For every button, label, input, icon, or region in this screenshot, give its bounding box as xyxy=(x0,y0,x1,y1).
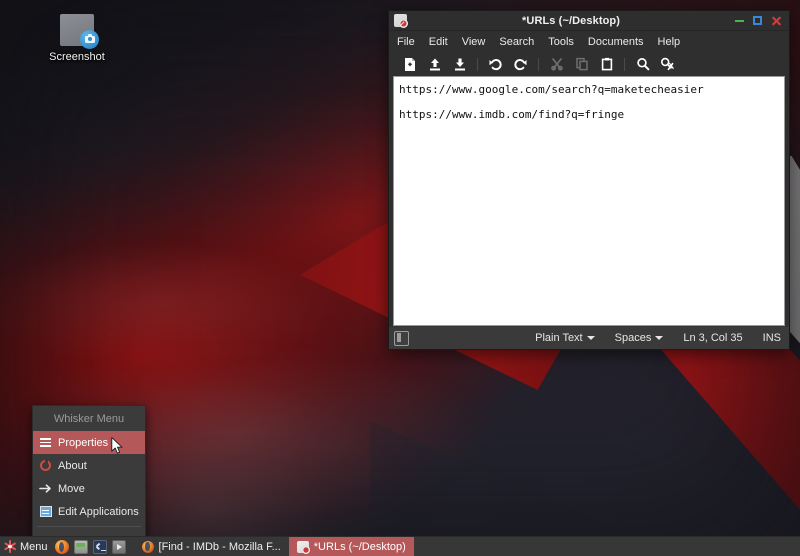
cut-icon xyxy=(550,58,563,71)
save-file-button[interactable] xyxy=(447,53,472,75)
menu-documents[interactable]: Documents xyxy=(588,36,644,48)
find-replace-icon xyxy=(660,57,674,71)
indentation-selector[interactable]: Spaces xyxy=(615,332,664,344)
camera-glyph xyxy=(84,34,95,43)
close-icon[interactable] xyxy=(771,15,782,26)
terminal-icon[interactable] xyxy=(92,539,107,554)
file-manager-icon[interactable] xyxy=(73,539,88,554)
context-menu-item-about[interactable]: About xyxy=(33,454,145,477)
save-file-icon xyxy=(454,58,465,70)
menubar: File Edit View Search Tools Documents He… xyxy=(389,31,789,52)
paste-icon xyxy=(601,57,612,71)
taskbar-window-label: [Find - IMDb - Mozilla F... xyxy=(158,540,281,553)
media-player-icon[interactable] xyxy=(111,539,126,554)
insert-mode: INS xyxy=(762,332,781,344)
toolbar xyxy=(389,52,789,76)
redo-icon xyxy=(514,59,527,71)
language-selector[interactable]: Plain Text xyxy=(535,332,595,344)
menu-tools[interactable]: Tools xyxy=(548,36,574,48)
context-menu-label: About xyxy=(58,459,87,472)
context-menu-header: Whisker Menu xyxy=(53,413,125,425)
window-title: *URLs (~/Desktop) xyxy=(522,14,620,27)
menu-help[interactable]: Help xyxy=(658,36,681,48)
desktop-icon-label: Screenshot xyxy=(49,51,105,63)
editor-text-area[interactable]: https://www.google.com/search?q=maketech… xyxy=(393,76,785,326)
firefox-icon xyxy=(141,540,154,553)
toolbar-separator xyxy=(624,57,625,71)
context-menu-item-properties[interactable]: Properties xyxy=(33,431,145,454)
redo-button[interactable] xyxy=(508,53,533,75)
window-controls xyxy=(735,15,785,26)
taskbar-window-list: [Find - IMDb - Mozilla F... *URLs (~/Des… xyxy=(134,537,800,556)
undo-button[interactable] xyxy=(483,53,508,75)
toolbar-separator xyxy=(477,57,478,71)
undo-icon xyxy=(489,59,502,71)
chevron-down-icon xyxy=(586,336,595,340)
indentation-label: Spaces xyxy=(614,332,652,344)
taskbar-window-urls[interactable]: *URLs (~/Desktop) xyxy=(288,537,414,556)
new-document-icon xyxy=(404,57,415,71)
side-panel-icon[interactable] xyxy=(394,330,409,346)
context-menu-item-move[interactable]: Move xyxy=(33,477,145,500)
menu-edit[interactable]: Edit xyxy=(429,36,448,48)
chevron-down-icon xyxy=(655,336,664,340)
editor-line: https://www.imdb.com/find?q=fringe xyxy=(399,108,625,121)
taskbar-window-firefox[interactable]: [Find - IMDb - Mozilla F... xyxy=(134,537,289,556)
firefox-icon[interactable] xyxy=(54,539,69,554)
context-menu-item-edit-applications[interactable]: Edit Applications xyxy=(33,500,145,523)
find-button[interactable] xyxy=(630,53,655,75)
find-icon xyxy=(636,58,649,71)
open-file-icon xyxy=(429,58,440,70)
copy-button xyxy=(569,53,594,75)
toolbar-separator xyxy=(538,57,539,71)
taskbar-launchers xyxy=(54,539,134,554)
context-menu-label: Move xyxy=(58,482,85,495)
text-editor-icon xyxy=(394,14,408,28)
cursor-position: Ln 3, Col 35 xyxy=(683,332,743,344)
menu-search[interactable]: Search xyxy=(499,36,534,48)
new-document-button[interactable] xyxy=(397,53,422,75)
whisker-menu-label: Menu xyxy=(20,540,48,553)
taskbar[interactable]: Menu [Find - IMDb - Mozilla F... *URLs (… xyxy=(0,536,800,556)
context-menu-separator xyxy=(37,526,141,527)
taskbar-window-label: *URLs (~/Desktop) xyxy=(313,540,406,553)
edit-applications-icon xyxy=(39,505,52,518)
about-icon xyxy=(39,459,52,472)
find-replace-button[interactable] xyxy=(655,53,680,75)
context-menu-label: Edit Applications xyxy=(58,505,139,518)
minimize-icon[interactable] xyxy=(735,19,744,22)
whisker-menu-button[interactable]: Menu xyxy=(0,537,55,556)
hamburger-icon xyxy=(39,436,52,449)
text-editor-icon xyxy=(296,540,310,554)
camera-badge-icon xyxy=(80,30,99,49)
window-titlebar[interactable]: *URLs (~/Desktop) xyxy=(389,11,789,31)
maximize-icon[interactable] xyxy=(753,16,762,25)
editor-line: https://www.google.com/search?q=maketech… xyxy=(399,83,704,96)
paste-button[interactable] xyxy=(594,53,619,75)
desktop-icon-screenshot[interactable]: Screenshot xyxy=(46,14,108,64)
editor-statusbar: Plain Text Spaces Ln 3, Col 35 INS xyxy=(389,326,789,349)
text-editor-window[interactable]: *URLs (~/Desktop) File Edit View Search … xyxy=(388,10,790,350)
menu-view[interactable]: View xyxy=(462,36,486,48)
open-file-button[interactable] xyxy=(422,53,447,75)
copy-icon xyxy=(575,57,588,71)
menu-file[interactable]: File xyxy=(397,36,415,48)
cut-button xyxy=(544,53,569,75)
move-arrow-icon xyxy=(39,482,52,495)
panel-context-menu[interactable]: Whisker Menu Properties About Move Edit … xyxy=(32,405,146,556)
language-label: Plain Text xyxy=(535,332,583,344)
context-menu-label: Properties xyxy=(58,436,109,449)
screenshot-camera-icon xyxy=(60,14,99,49)
whisker-menu-star-icon xyxy=(3,540,17,553)
desktop[interactable]: Screenshot *URLs (~/Desktop) File Edit V… xyxy=(0,0,800,556)
